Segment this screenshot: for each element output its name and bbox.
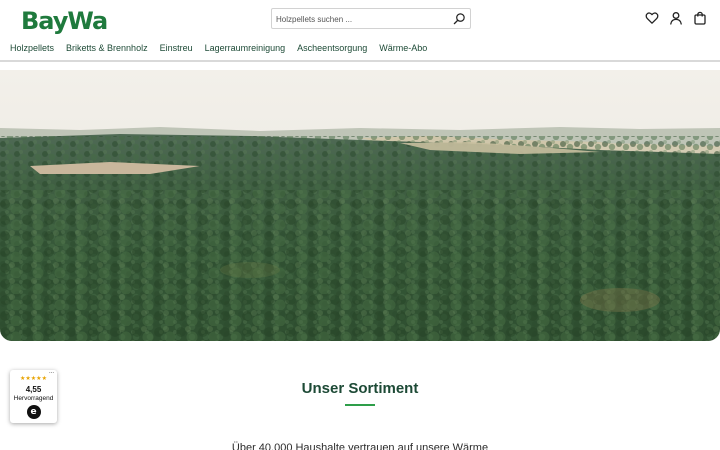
section-intro: Über 40.000 Haushalte vertrauen auf unse… [231, 442, 489, 450]
search-box [271, 8, 471, 29]
shopping-bag-icon[interactable] [693, 11, 707, 25]
heart-icon[interactable] [645, 11, 659, 25]
nav-item-einstreu[interactable]: Einstreu [160, 41, 193, 55]
nav-item-waerme-abo[interactable]: Wärme-Abo [379, 41, 427, 55]
nav-item-briketts-brennholz[interactable]: Briketts & Brennholz [66, 41, 148, 55]
section-title: Unser Sortiment [301, 380, 419, 397]
main-navigation: Holzpellets Briketts & Brennholz Einstre… [10, 41, 427, 55]
nav-item-holzpellets[interactable]: Holzpellets [10, 41, 54, 55]
site-header: BayWa Holzpellets Briketts & Brennholz E… [0, 0, 720, 62]
search-input[interactable] [276, 11, 446, 27]
baywa-logo[interactable]: BayWa [21, 7, 108, 35]
nav-item-ascheentsorgung[interactable]: Ascheentsorgung [297, 41, 367, 55]
user-icon[interactable] [669, 11, 683, 25]
title-underline [345, 404, 375, 406]
badge-menu-icon[interactable]: ... [49, 369, 54, 375]
hero-forest-image [0, 70, 720, 341]
trusted-shops-seal-icon: e [26, 405, 41, 419]
search-icon[interactable] [453, 12, 466, 25]
header-divider [0, 60, 720, 62]
nav-item-lagerraumreinigung[interactable]: Lagerraumreinigung [205, 41, 286, 55]
